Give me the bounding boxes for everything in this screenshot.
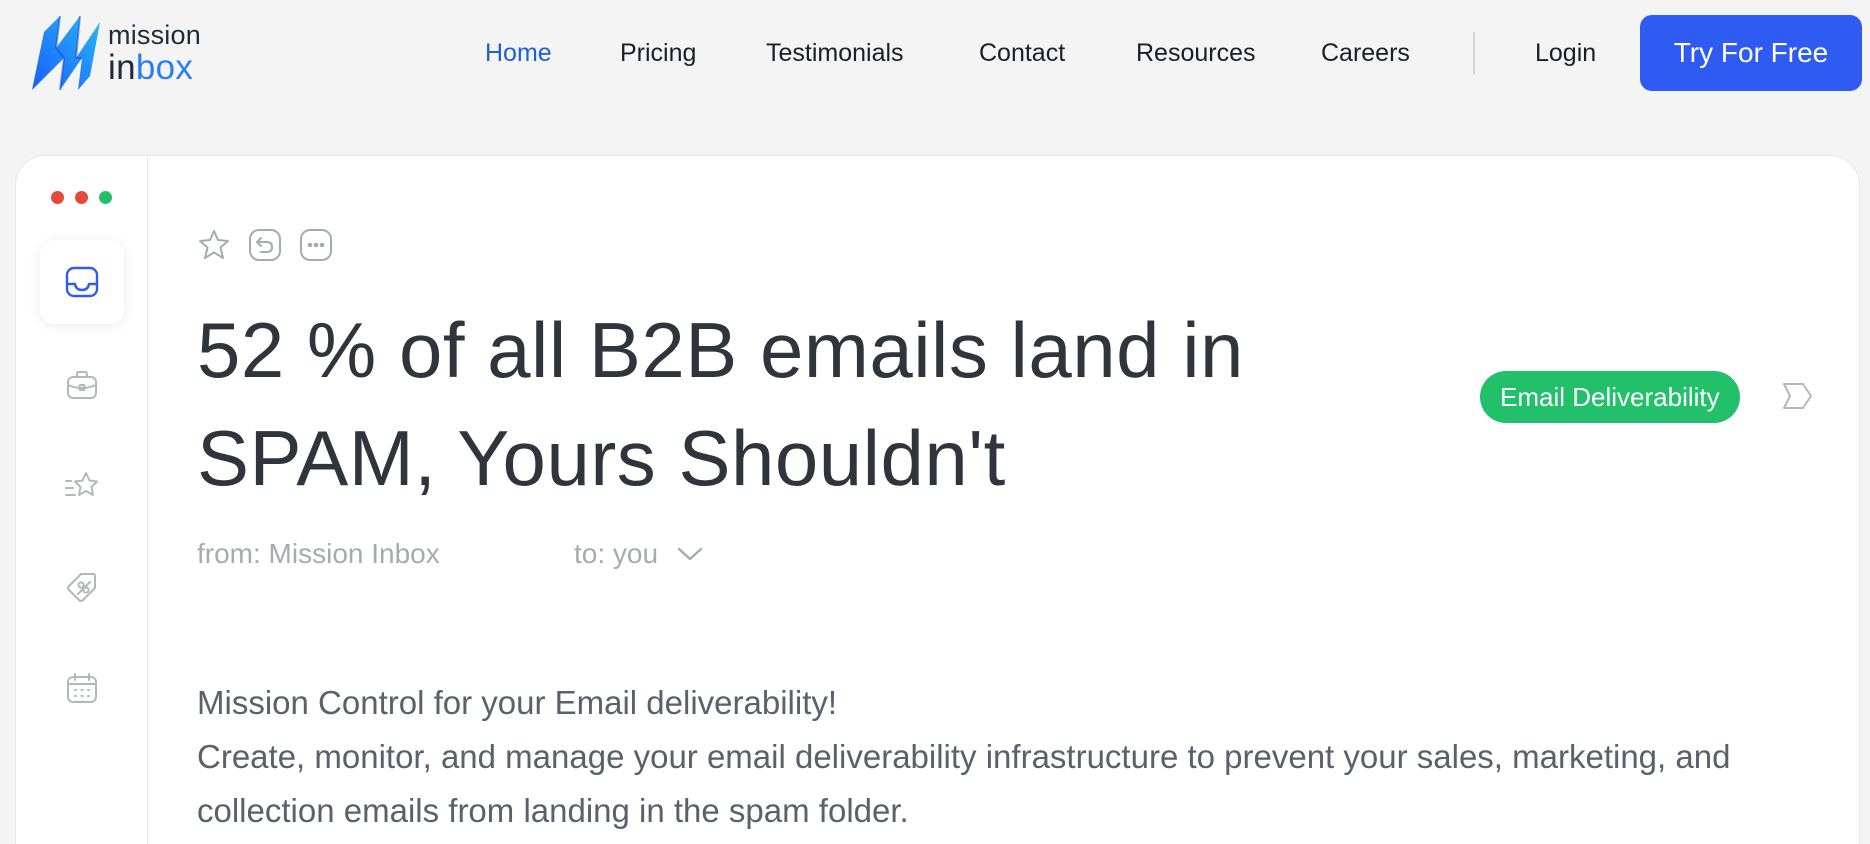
logo-text-inbox: inbox bbox=[108, 50, 193, 85]
nav-testimonials[interactable]: Testimonials bbox=[766, 36, 904, 70]
sidebar-item-inbox[interactable] bbox=[40, 240, 124, 324]
nav-resources[interactable]: Resources bbox=[1136, 36, 1256, 70]
recipients-toggle[interactable]: to: you bbox=[574, 536, 704, 572]
label-tag-icon[interactable] bbox=[1779, 379, 1815, 413]
nav-careers[interactable]: Careers bbox=[1321, 36, 1410, 70]
more-icon bbox=[300, 229, 332, 261]
window-dot-maximize bbox=[99, 191, 112, 204]
sidebar-item-calendar[interactable] bbox=[40, 646, 124, 730]
reply-button[interactable] bbox=[248, 228, 282, 262]
email-category-tag[interactable]: Email Deliverability bbox=[1480, 371, 1740, 423]
tag-icon bbox=[67, 573, 96, 602]
site-header: mission inbox Home Pricing Testimonials … bbox=[0, 0, 1870, 106]
nav-home[interactable]: Home bbox=[485, 36, 552, 70]
logo-text-mission: mission bbox=[108, 20, 201, 50]
chevron-down-icon bbox=[677, 547, 703, 561]
login-link[interactable]: Login bbox=[1535, 36, 1596, 70]
email-body-line-2: Create, monitor, and manage your email d… bbox=[197, 738, 1731, 829]
email-subject: 52 % of all B2B emails land in SPAM, You… bbox=[197, 306, 1244, 502]
nav-divider bbox=[1473, 32, 1475, 74]
star-icon bbox=[199, 230, 229, 259]
calendar-icon bbox=[67, 673, 97, 703]
logo-text-in: in bbox=[108, 48, 136, 87]
sidebar-item-work[interactable] bbox=[40, 343, 124, 427]
more-button[interactable] bbox=[299, 228, 333, 262]
nav-contact[interactable]: Contact bbox=[979, 36, 1065, 70]
email-body: Mission Control for your Email deliverab… bbox=[197, 676, 1837, 838]
email-sidebar bbox=[16, 156, 148, 844]
window-dot-close bbox=[51, 191, 64, 204]
sidebar-item-starred[interactable] bbox=[40, 444, 124, 528]
logo-mark-icon bbox=[32, 15, 100, 91]
sidebar-item-tags[interactable] bbox=[40, 545, 124, 629]
nav-pricing[interactable]: Pricing bbox=[620, 36, 696, 70]
email-body-line-1: Mission Control for your Email deliverab… bbox=[197, 684, 838, 721]
logo-text-box: box bbox=[135, 48, 194, 87]
briefcase-icon bbox=[67, 371, 97, 399]
reply-icon bbox=[249, 229, 281, 261]
logo-link[interactable]: mission inbox bbox=[30, 14, 210, 94]
email-window: 52 % of all B2B emails land in SPAM, You… bbox=[15, 155, 1860, 844]
window-dot-minimize bbox=[75, 191, 88, 204]
star-button[interactable] bbox=[197, 228, 231, 262]
email-view: 52 % of all B2B emails land in SPAM, You… bbox=[197, 156, 1859, 844]
inbox-icon bbox=[65, 266, 99, 298]
starred-list-icon bbox=[65, 472, 98, 496]
try-for-free-button[interactable]: Try For Free bbox=[1640, 15, 1862, 91]
email-from: from: Mission Inbox bbox=[197, 538, 440, 569]
email-to: to: you bbox=[574, 538, 659, 569]
